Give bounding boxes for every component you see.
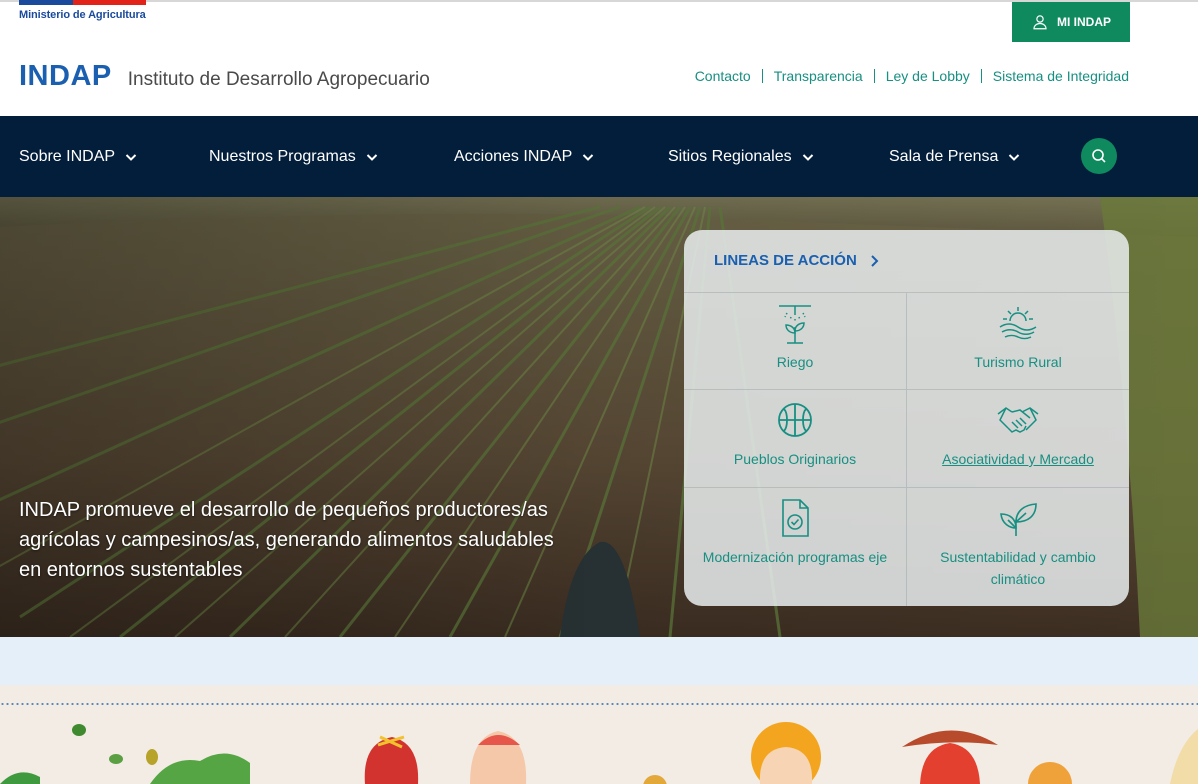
chevron-right-icon: [871, 254, 879, 267]
nav-sitios-regionales[interactable]: Sitios Regionales: [668, 116, 815, 197]
search-icon: [1092, 149, 1106, 163]
ministry-label: Ministerio de Agricultura: [19, 9, 146, 21]
rural-landscape-icon: [999, 307, 1037, 340]
linea-riego[interactable]: Riego: [684, 293, 906, 389]
hero-banner: INDAP promueve el desarrollo de pequeños…: [0, 197, 1198, 637]
indap-logo: INDAP: [19, 60, 112, 92]
lineas-de-accion-panel: LINEAS DE ACCIÓN Riego Turismo Rural Pue…: [684, 230, 1129, 606]
nav-sala-de-prensa[interactable]: Sala de Prensa: [889, 116, 1021, 197]
linea-label: Pueblos Originarios: [733, 451, 857, 467]
linea-label: Asociatividad y Mercado: [942, 451, 1094, 467]
chevron-down-icon: [583, 153, 594, 161]
people-illustration: [0, 722, 1198, 784]
nav-label: Nuestros Programas: [209, 147, 356, 165]
search-button[interactable]: [1081, 138, 1117, 174]
linea-label: Modernización programas eje: [702, 549, 888, 565]
leaves-sprout-icon: [1000, 503, 1037, 536]
utility-links: Contacto Transparencia Ley de Lobby Sist…: [695, 69, 1129, 83]
ministry-logo[interactable]: Ministerio de Agricultura: [19, 0, 146, 24]
nav-acciones-indap[interactable]: Acciones INDAP: [454, 116, 595, 197]
lineas-de-accion-link[interactable]: LINEAS DE ACCIÓN: [714, 252, 881, 269]
linea-turismo-rural[interactable]: Turismo Rural: [906, 293, 1129, 389]
ministry-flag: [19, 0, 146, 5]
chevron-down-icon: [125, 153, 137, 161]
link-contacto[interactable]: Contacto: [695, 69, 762, 83]
linea-label: Sustentabilidad y cambio climático: [940, 549, 1096, 587]
lineas-grid: Riego Turismo Rural Pueblos Originarios …: [684, 292, 1129, 606]
chevron-down-icon: [1009, 153, 1020, 161]
nav-label: Sala de Prensa: [889, 147, 999, 165]
irrigation-sprout-icon: [779, 305, 811, 344]
linea-modernizacion-programas-eje[interactable]: Modernización programas eje: [684, 488, 906, 606]
nav-sobre-indap[interactable]: Sobre INDAP: [19, 116, 138, 197]
link-ley-de-lobby[interactable]: Ley de Lobby: [873, 69, 981, 83]
hero-description: INDAP promueve el desarrollo de pequeños…: [19, 499, 554, 581]
linea-asociatividad-y-mercado[interactable]: Asociatividad y Mercado: [906, 390, 1129, 487]
brand[interactable]: INDAP Instituto de Desarrollo Agropecuar…: [19, 60, 430, 93]
chevron-down-icon: [366, 153, 377, 161]
mi-indap-button[interactable]: MI INDAP: [1012, 2, 1130, 42]
nav-label: Sitios Regionales: [668, 147, 792, 165]
illustration-strip: [0, 685, 1198, 784]
nav-label: Sobre INDAP: [19, 147, 116, 165]
nav-label: Acciones INDAP: [454, 147, 573, 165]
handshake-icon: [997, 407, 1039, 433]
chevron-down-icon: [802, 153, 813, 161]
link-transparencia[interactable]: Transparencia: [761, 69, 874, 83]
mi-indap-label: MI INDAP: [1057, 15, 1111, 29]
section-band: [0, 637, 1198, 685]
brand-subtitle: Instituto de Desarrollo Agropecuario: [127, 69, 430, 90]
document-check-icon: [782, 499, 809, 537]
woven-basket-icon: [778, 403, 812, 437]
linea-sustentabilidad[interactable]: Sustentabilidad y cambio climático: [906, 488, 1129, 606]
lineas-title: LINEAS DE ACCIÓN: [714, 252, 857, 269]
linea-label: Turismo Rural: [974, 354, 1062, 370]
linea-pueblos-originarios[interactable]: Pueblos Originarios: [684, 390, 906, 487]
linea-label: Riego: [776, 354, 814, 370]
main-nav: Sobre INDAP Nuestros Programas Acciones …: [0, 116, 1198, 197]
link-sistema-de-integridad[interactable]: Sistema de Integridad: [980, 69, 1129, 83]
user-icon: [1033, 15, 1047, 30]
nav-nuestros-programas[interactable]: Nuestros Programas: [209, 116, 379, 197]
